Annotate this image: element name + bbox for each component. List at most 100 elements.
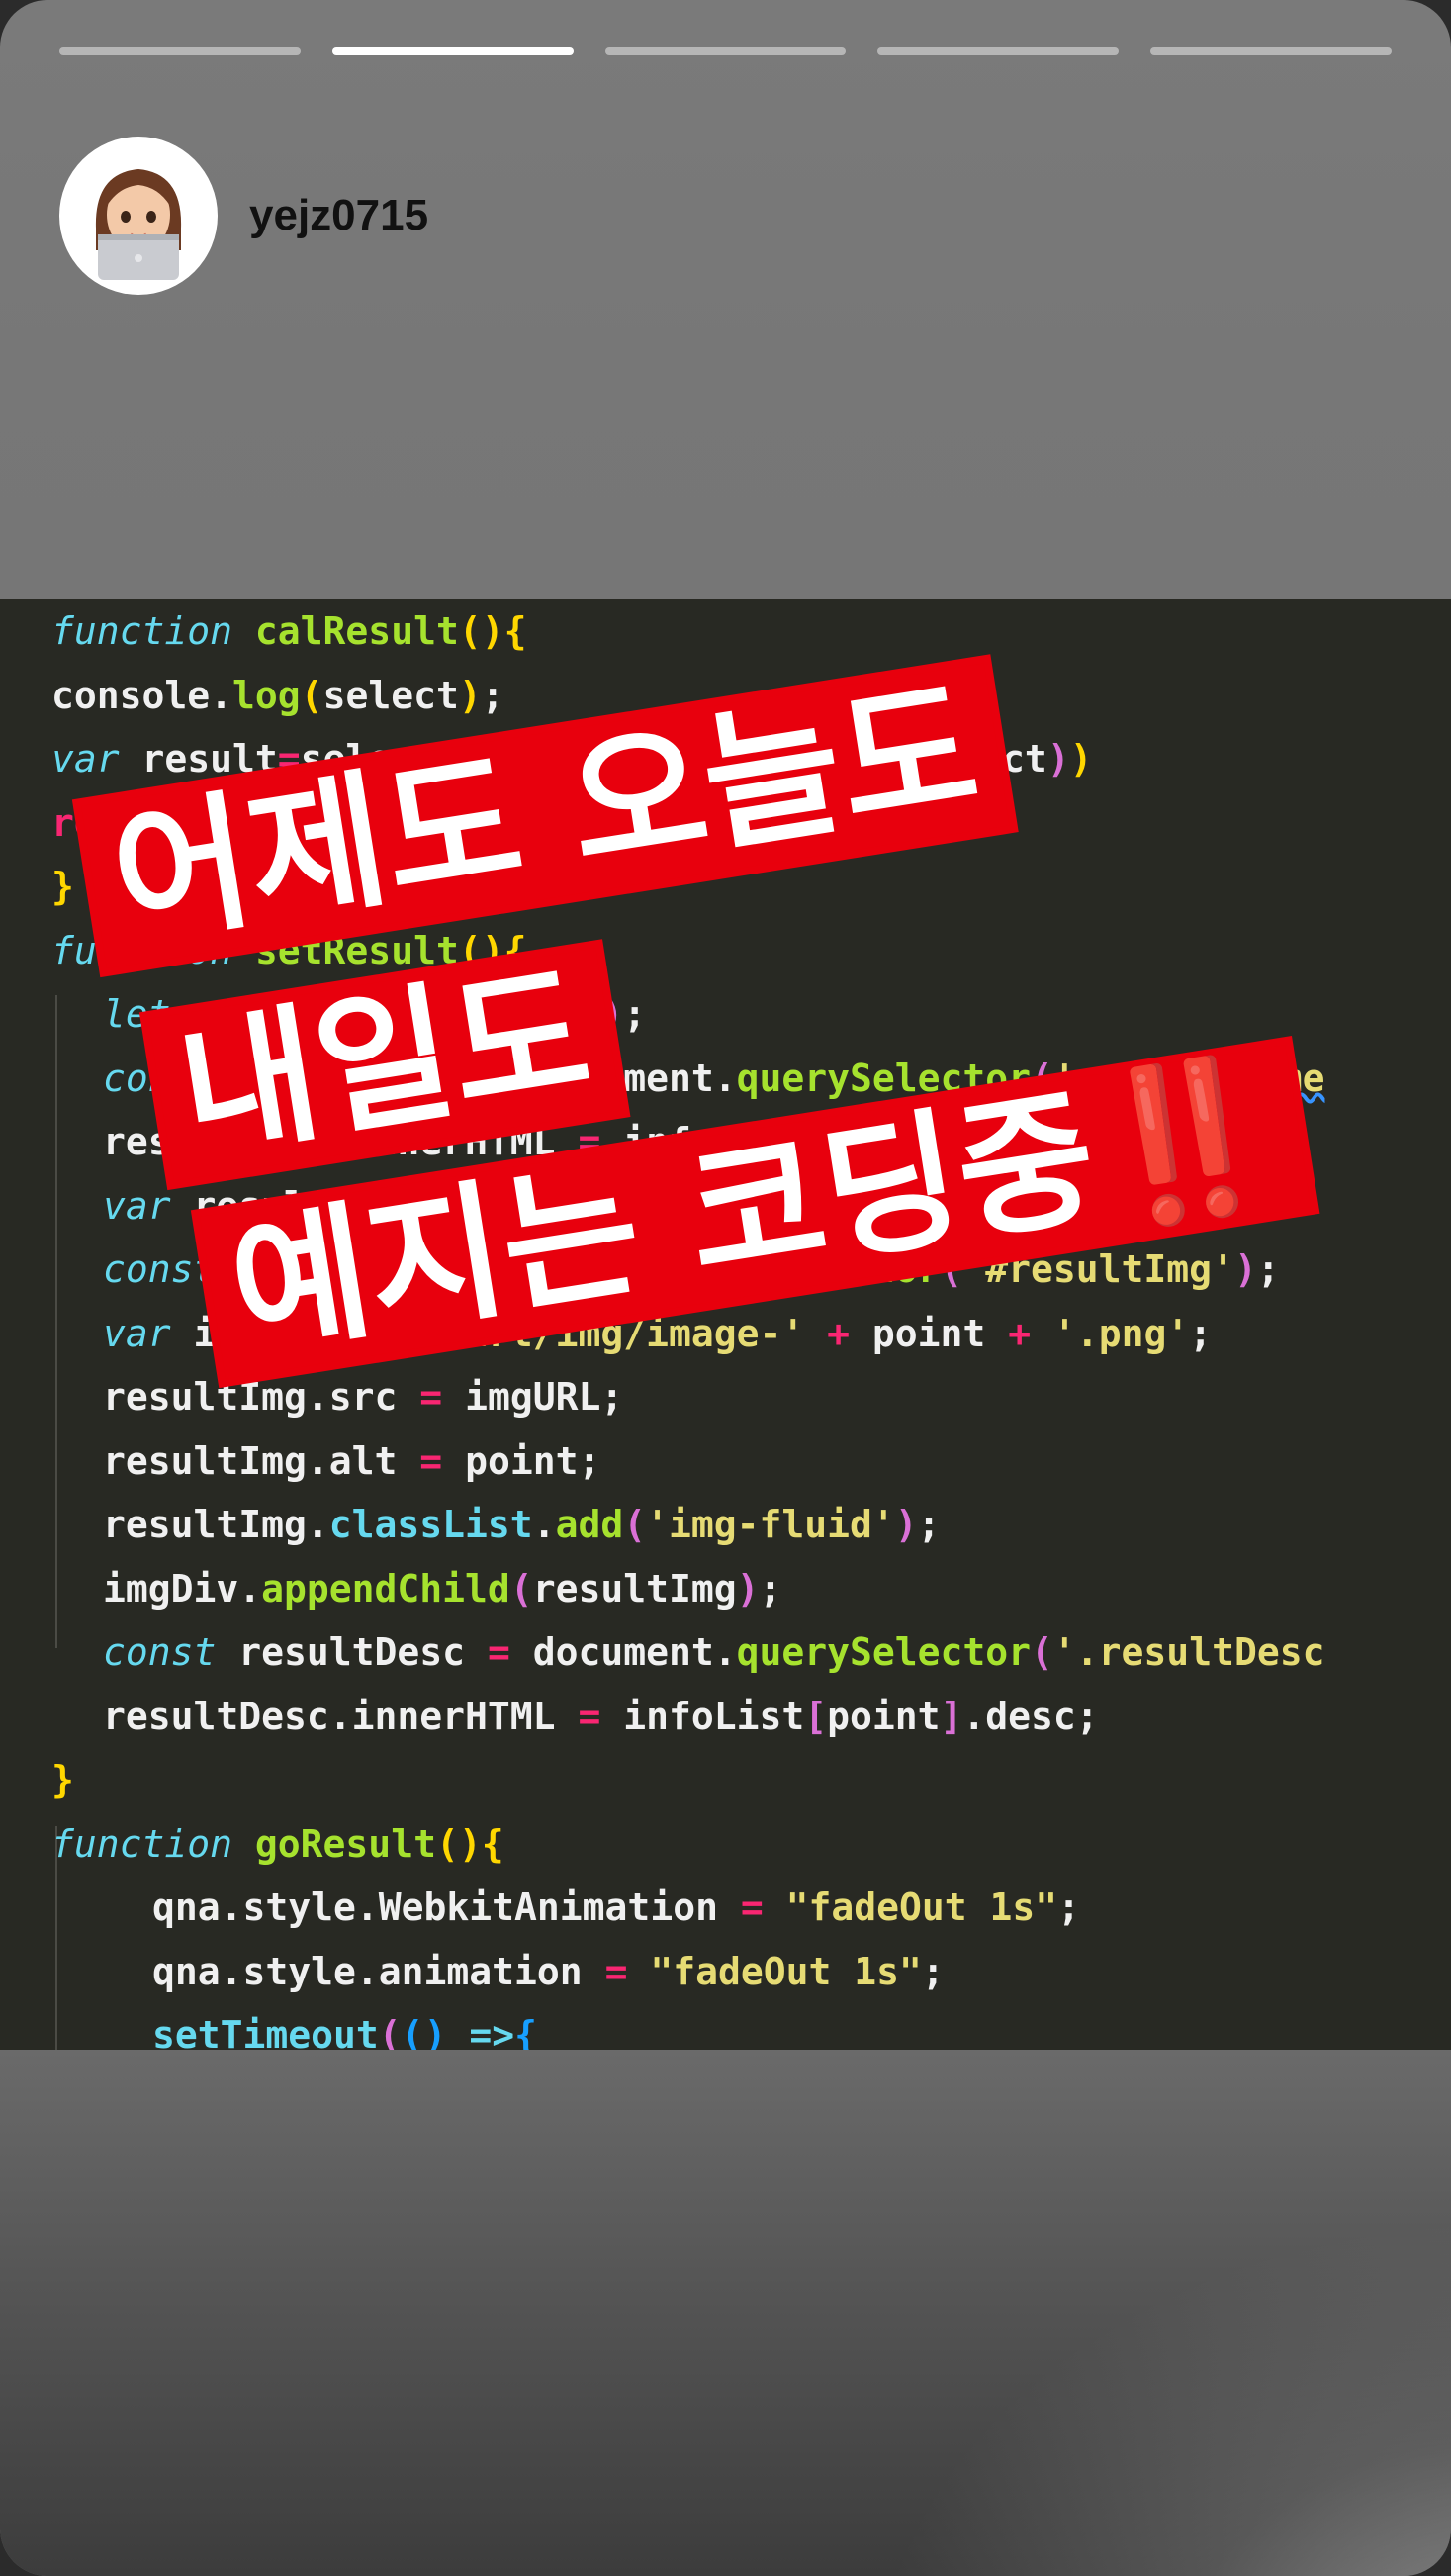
code-token: (	[940, 1247, 963, 1291]
story-header[interactable]: yejz0715	[59, 137, 428, 295]
code-token: ;	[917, 1503, 941, 1546]
code-token: select	[322, 673, 459, 717]
code-token: =	[419, 1183, 443, 1228]
code-token: (	[458, 928, 482, 972]
code-token: (	[458, 609, 482, 653]
username[interactable]: yejz0715	[249, 191, 428, 240]
code-token: appendChild	[261, 1566, 510, 1610]
code-token: }	[51, 865, 74, 908]
code-token: document.	[509, 1056, 737, 1100]
code-token: )	[1046, 737, 1070, 781]
code-token: point;	[442, 1438, 601, 1483]
code-token: )	[1069, 737, 1093, 781]
progress-segment	[877, 47, 1120, 55]
code-token: =	[604, 1949, 628, 1993]
code-token: =	[397, 1247, 420, 1291]
code-line: var imgURL = 'start/img/image-' + point …	[103, 1304, 1212, 1363]
code-token: )	[481, 609, 504, 653]
code-token: select.	[300, 737, 459, 781]
progress-segment	[604, 47, 847, 55]
code-token: '#resultImg'	[962, 1247, 1234, 1291]
code-screenshot: function calResult(){console.log(select)…	[0, 599, 1451, 2050]
code-token: '.resultDesc	[1052, 1630, 1325, 1674]
code-token: [	[804, 1694, 828, 1738]
code-token: ;	[1121, 1183, 1144, 1228]
code-token: resultImg.src	[103, 1375, 420, 1419]
code-token: var	[103, 1183, 171, 1228]
code-token: classList	[328, 1503, 533, 1546]
code-token: =	[419, 1438, 443, 1483]
progress-segment	[331, 47, 574, 55]
code-token: )	[736, 1566, 760, 1610]
code-token: 'img-fluid'	[646, 1503, 895, 1546]
code-token: calResult	[374, 992, 579, 1036]
code-token: let	[103, 992, 171, 1036]
code-token: "fadeOut 1s"	[650, 1949, 922, 1993]
code-line: resultImg.alt = point;	[103, 1431, 600, 1491]
story-bottom-area	[0, 2050, 1451, 2576]
code-token: document.	[442, 1183, 669, 1228]
code-token: }	[51, 1758, 74, 1801]
code-token: ;	[623, 992, 647, 1036]
code-token: point	[827, 1694, 941, 1738]
code-token: ;	[481, 673, 504, 717]
code-token: function	[51, 609, 233, 653]
memoji-avatar-icon	[95, 169, 182, 280]
code-token: qna.style.animation	[152, 1949, 605, 1993]
story-viewer[interactable]: yejz0715 function calResult(){console.lo…	[0, 0, 1451, 2576]
code-token: imgURL;	[442, 1375, 624, 1419]
code-token: )	[481, 928, 504, 972]
code-token: point	[827, 1120, 941, 1163]
code-token: )	[600, 992, 624, 1036]
code-token: indexOf	[458, 737, 617, 781]
code-token: infoList	[600, 1120, 805, 1163]
code-token: return	[51, 800, 188, 845]
code-token: =	[328, 992, 352, 1036]
story-progress-bar	[59, 47, 1392, 55]
code-line: function calResult(){	[51, 601, 527, 661]
code-token: setTimeout	[152, 2013, 379, 2050]
code-token: (	[617, 737, 640, 781]
code-token: setResult	[254, 928, 459, 972]
code-token: 'img'	[985, 1183, 1099, 1228]
code-line: console.log(select);	[51, 666, 504, 725]
code-token: {	[514, 2013, 537, 2050]
code-line: const resultName = document.querySelecto…	[103, 1049, 1324, 1108]
code-line: }	[51, 1750, 74, 1809]
code-token: log	[232, 673, 301, 717]
code-token: '.resultname	[1052, 1056, 1325, 1100]
code-token: querySelector	[646, 1247, 941, 1291]
code-token: =	[487, 1630, 510, 1674]
code-token: const	[103, 1630, 217, 1674]
code-token: 'start/img/image-'	[397, 1311, 805, 1355]
code-line: let point = calResult();	[103, 984, 646, 1044]
code-token: ;	[759, 1566, 782, 1610]
code-token: =	[351, 1311, 375, 1355]
code-line: const imgDiv = document.querySelector('#…	[103, 1240, 1280, 1299]
code-line: resultImg.classList.add('img-fluid');	[103, 1495, 941, 1554]
avatar[interactable]	[59, 137, 218, 295]
progress-segment	[59, 47, 301, 55]
code-token: Math.max(...select	[639, 737, 1047, 781]
code-token: imgURL	[170, 1311, 352, 1355]
code-line: setTimeout(() =>{	[152, 2005, 537, 2050]
code-token: )	[894, 1503, 918, 1546]
code-token: infoList	[600, 1694, 805, 1738]
code-token: (	[578, 992, 601, 1036]
code-token: point	[850, 1311, 1009, 1355]
code-token: .name;	[962, 1120, 1099, 1163]
code-token: (	[378, 2013, 402, 2050]
code-token: qna.style.WebkitAnimation	[152, 1886, 741, 1929]
code-token: ;	[921, 1949, 945, 1993]
code-token: )	[1098, 1183, 1122, 1228]
code-token: =	[487, 1056, 510, 1100]
code-token: ]	[940, 1694, 963, 1738]
code-token: (	[509, 1566, 533, 1610]
code-token: (	[623, 1503, 647, 1546]
code-token: function	[51, 928, 233, 972]
code-token: resultImg	[170, 1183, 420, 1228]
code-line: return result;	[51, 793, 368, 853]
code-token: {	[503, 928, 527, 972]
